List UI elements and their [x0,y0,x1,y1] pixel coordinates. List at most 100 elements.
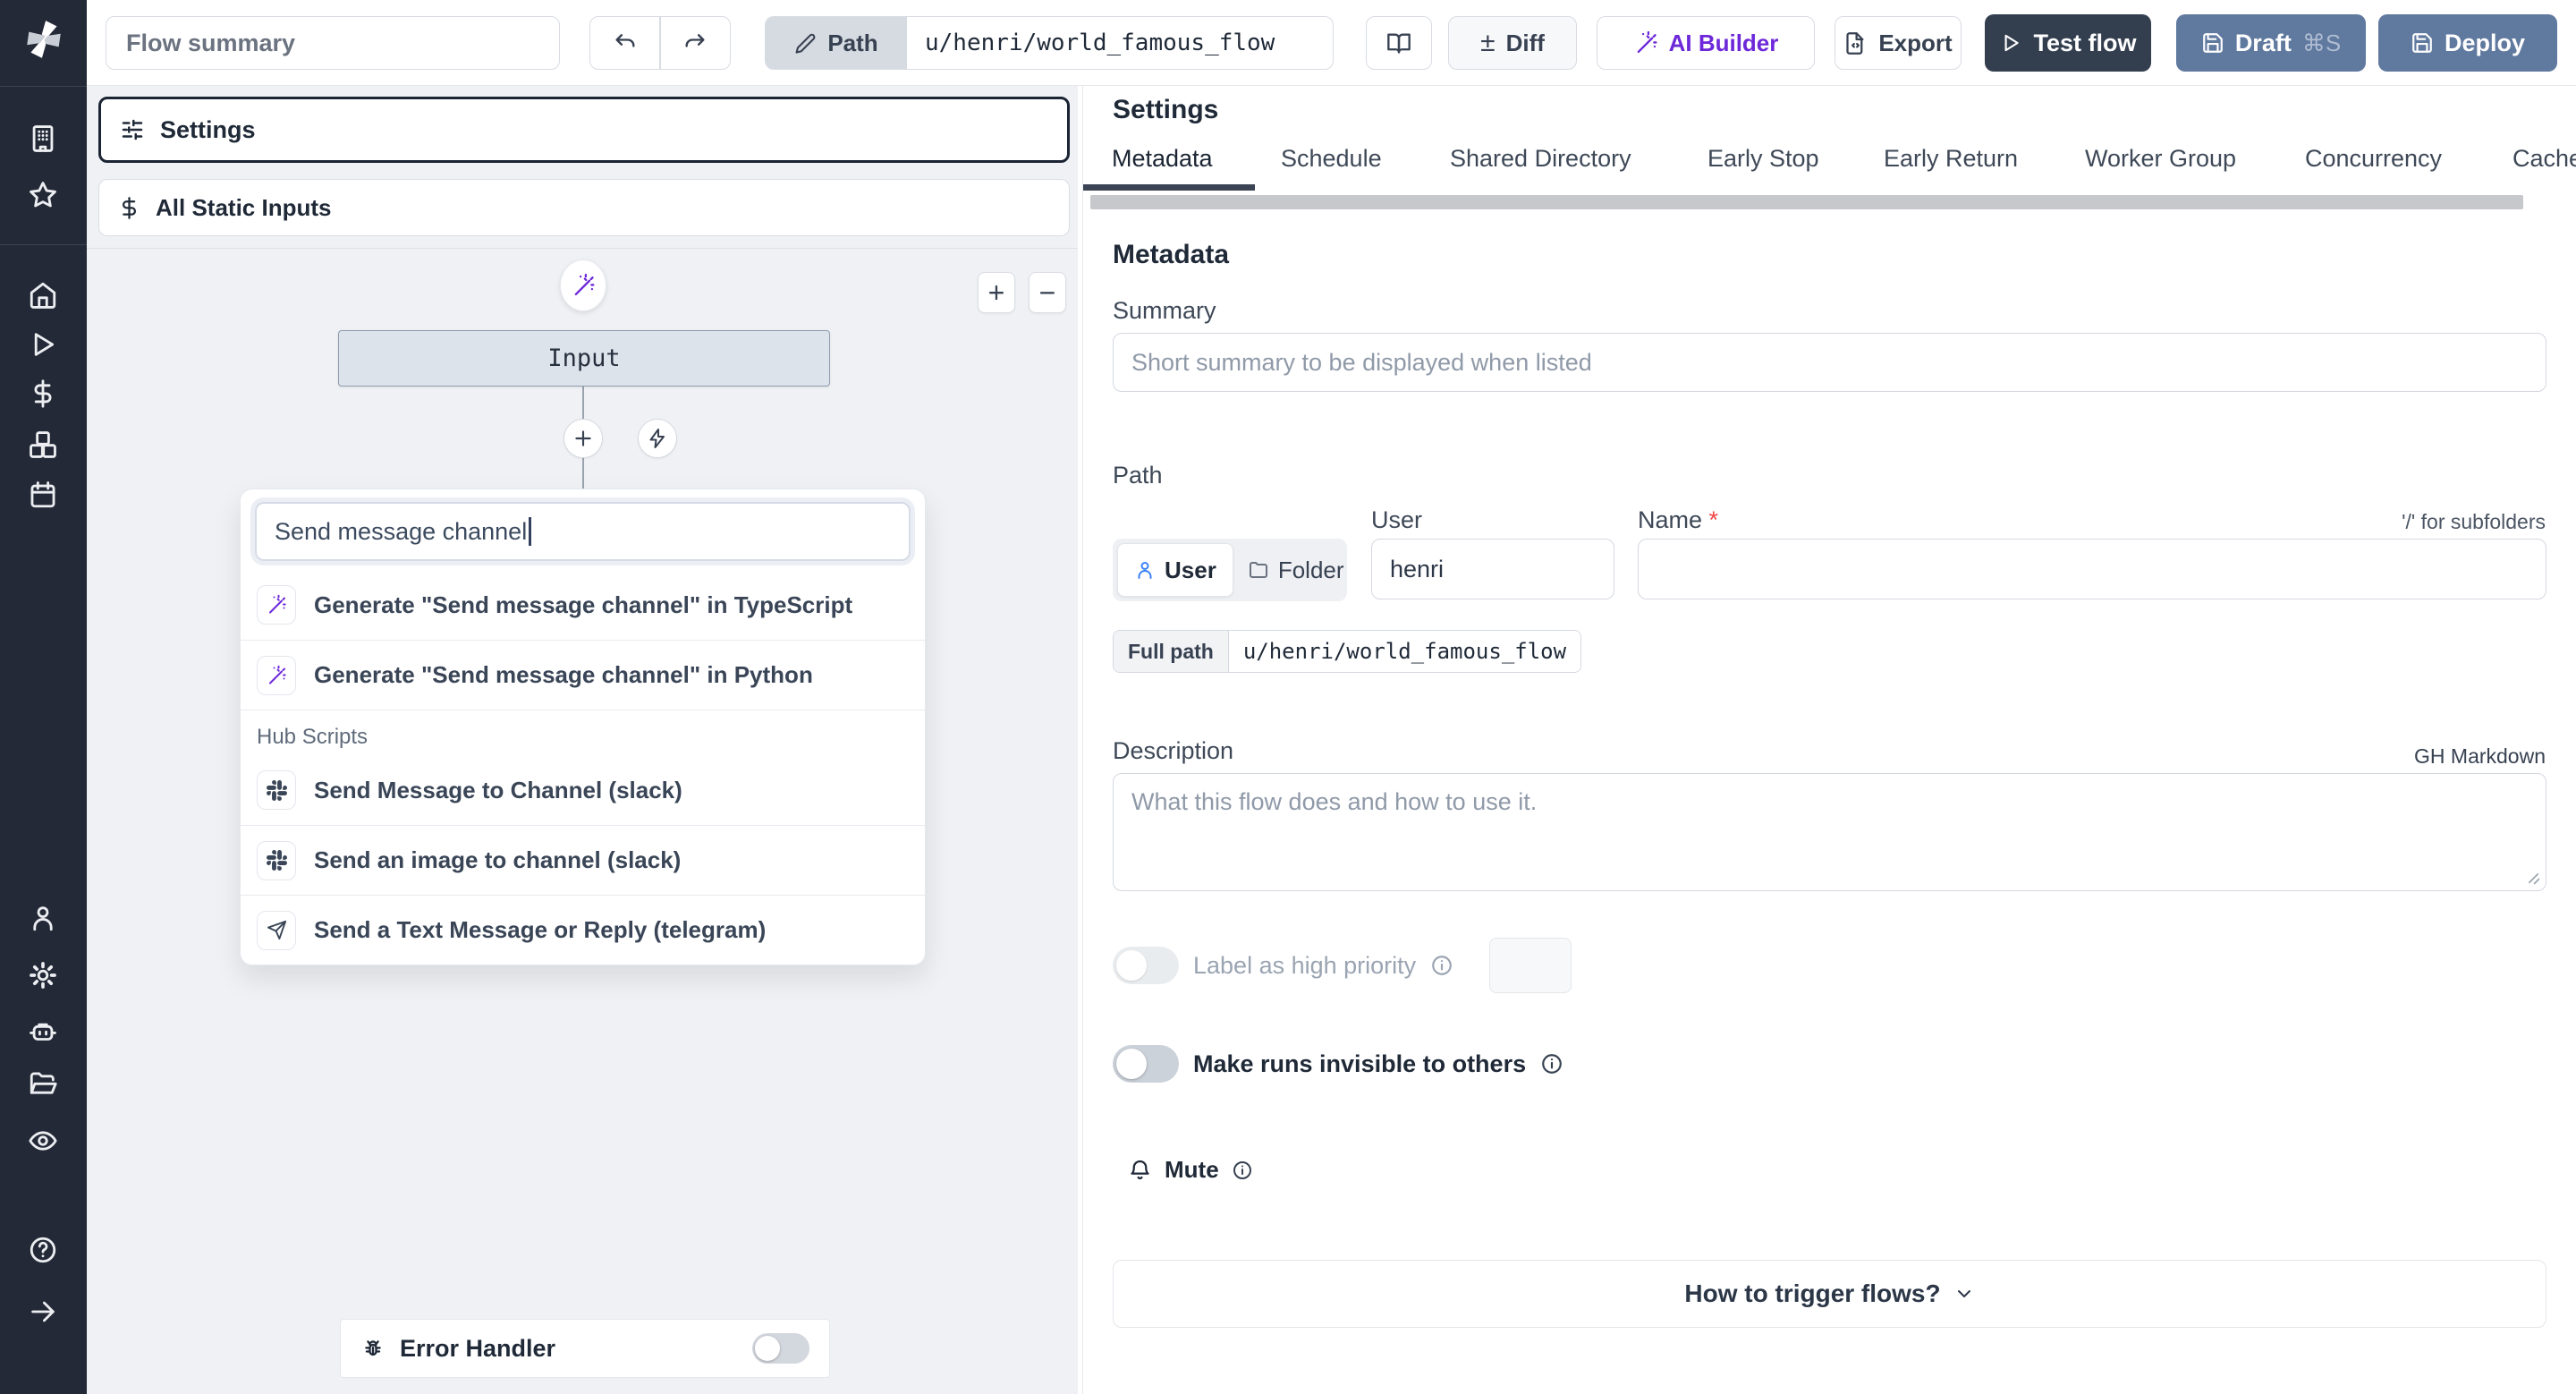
all-static-inputs-node[interactable]: All Static Inputs [98,179,1070,236]
error-handler-node[interactable]: Error Handler [340,1319,830,1378]
tab-concurrency[interactable]: Concurrency [2305,145,2442,173]
pencil-icon [795,33,816,54]
summary-input[interactable]: Short summary to be displayed when liste… [1113,333,2546,392]
add-trigger-button[interactable] [638,419,677,458]
info-icon [1432,956,1452,975]
step-search-input[interactable]: Send message channel [255,502,911,561]
tab-shared-directory[interactable]: Shared Directory [1450,145,1631,173]
tab-early-return[interactable]: Early Return [1884,145,2018,173]
folder-icon [1249,562,1267,578]
variables-dollar-icon[interactable] [28,378,58,409]
gear-icon[interactable] [28,960,58,990]
export-button[interactable]: Export [1835,16,1962,70]
arrow-right-icon[interactable] [28,1296,58,1327]
test-flow-button[interactable]: Test flow [1985,14,2151,72]
description-textarea[interactable]: What this flow does and how to use it. [1113,773,2546,891]
slack-icon [257,770,296,810]
list-item-generate-typescript[interactable]: Generate "Send message channel" in TypeS… [241,570,925,640]
hub-scripts-section-label: Hub Scripts [241,710,925,755]
zoom-out-button[interactable]: − [1029,272,1066,313]
building-icon[interactable] [28,123,58,154]
redo-button[interactable] [661,30,730,55]
error-handler-toggle[interactable] [752,1333,809,1364]
tabs-scrollbar[interactable] [1090,195,2523,209]
bell-icon [1131,1160,1149,1180]
tab-early-stop[interactable]: Early Stop [1707,145,1819,173]
ai-wand-icon [257,655,296,695]
user-input[interactable]: henri [1371,539,1614,599]
user-icon [1138,562,1152,579]
required-asterisk: * [1708,506,1719,533]
zoom-in-button[interactable]: + [978,272,1015,313]
mute-row[interactable]: Mute [1128,1156,1253,1184]
help-circle-icon[interactable] [28,1235,58,1265]
settings-panel-title: Settings [1113,95,1219,124]
tab-metadata[interactable]: Metadata [1112,145,1213,173]
deploy-button[interactable]: Deploy [2378,14,2557,72]
sliders-icon [122,119,143,140]
owner-kind-toggle: User Folder [1113,539,1347,601]
plus-icon [575,430,591,446]
list-item-generate-python[interactable]: Generate "Send message channel" in Pytho… [241,640,925,710]
subfolder-hint: '/' for subfolders [2402,510,2546,533]
user-column-label: User [1371,506,1423,533]
ai-wand-icon [257,585,296,625]
tab-worker-group[interactable]: Worker Group [2085,145,2236,173]
resize-handle[interactable] [2526,871,2540,885]
high-priority-toggle[interactable] [1113,947,1179,984]
docs-button[interactable] [1366,16,1432,70]
name-input[interactable] [1638,539,2546,599]
info-icon [1542,1054,1562,1074]
ai-flow-builder-node[interactable] [560,259,606,311]
sidebar-divider-mid [0,244,87,245]
list-item-telegram-send-text[interactable]: Send a Text Message or Reply (telegram) [241,895,925,965]
lightning-icon [649,429,665,448]
info-icon [1233,1160,1251,1179]
runs-play-icon[interactable] [28,329,58,360]
sidebar-divider-top [0,86,87,87]
settings-panel: Settings Metadata Schedule Shared Direct… [1082,86,2576,1394]
graph-divider [87,248,1078,249]
list-item-slack-send-image[interactable]: Send an image to channel (slack) [241,825,925,895]
resources-boxes-icon[interactable] [28,429,58,460]
user-icon[interactable] [28,903,58,933]
full-path-badge: Full path u/henri/world_famous_flow [1113,630,1582,673]
full-path-label: Full path [1114,631,1229,672]
draft-button[interactable]: Draft ⌘S [2176,14,2366,72]
tab-schedule[interactable]: Schedule [1281,145,1382,173]
star-icon[interactable] [28,180,58,210]
robot-icon[interactable] [28,1016,58,1047]
schedules-calendar-icon[interactable] [28,480,58,510]
topbar: Flow summary Path u/henri/world_famous_f… [87,0,2576,86]
windmill-logo[interactable] [21,14,66,64]
list-item-slack-send-message[interactable]: Send Message to Channel (slack) [241,755,925,825]
tab-cache[interactable]: Cache [2512,145,2576,173]
undo-button[interactable] [590,30,659,55]
input-node[interactable]: Input [338,330,830,387]
path-field-label: Path [766,17,907,69]
flow-summary-input[interactable]: Flow summary [106,16,560,70]
home-icon[interactable] [28,280,58,310]
add-step-button[interactable] [564,419,603,458]
metadata-heading: Metadata [1113,240,1230,269]
sidebar [0,0,87,1394]
folder-open-icon[interactable] [28,1069,58,1100]
chevron-down-icon [1957,1290,1970,1297]
active-tab-underline [1083,184,1255,191]
owner-folder-button[interactable]: Folder [1233,543,1359,597]
name-column-label: Name * [1638,506,1719,533]
invisible-runs-toggle[interactable] [1113,1045,1179,1083]
diff-button[interactable]: ± Diff [1448,16,1577,70]
owner-user-button[interactable]: User [1117,543,1233,597]
priority-value-input[interactable] [1489,938,1572,993]
eye-icon[interactable] [28,1126,58,1156]
plus-minus-icon: ± [1480,28,1496,57]
markdown-hint: GH Markdown [2414,744,2546,768]
save-icon [2412,33,2432,53]
save-icon [2202,33,2223,53]
plus-icon: + [987,276,1005,309]
ai-builder-button[interactable]: AI Builder [1597,16,1815,70]
how-to-trigger-flows-button[interactable]: How to trigger flows? [1113,1260,2546,1328]
flow-settings-node[interactable]: Settings [98,97,1070,163]
path-field[interactable]: Path u/henri/world_famous_flow [765,16,1334,70]
